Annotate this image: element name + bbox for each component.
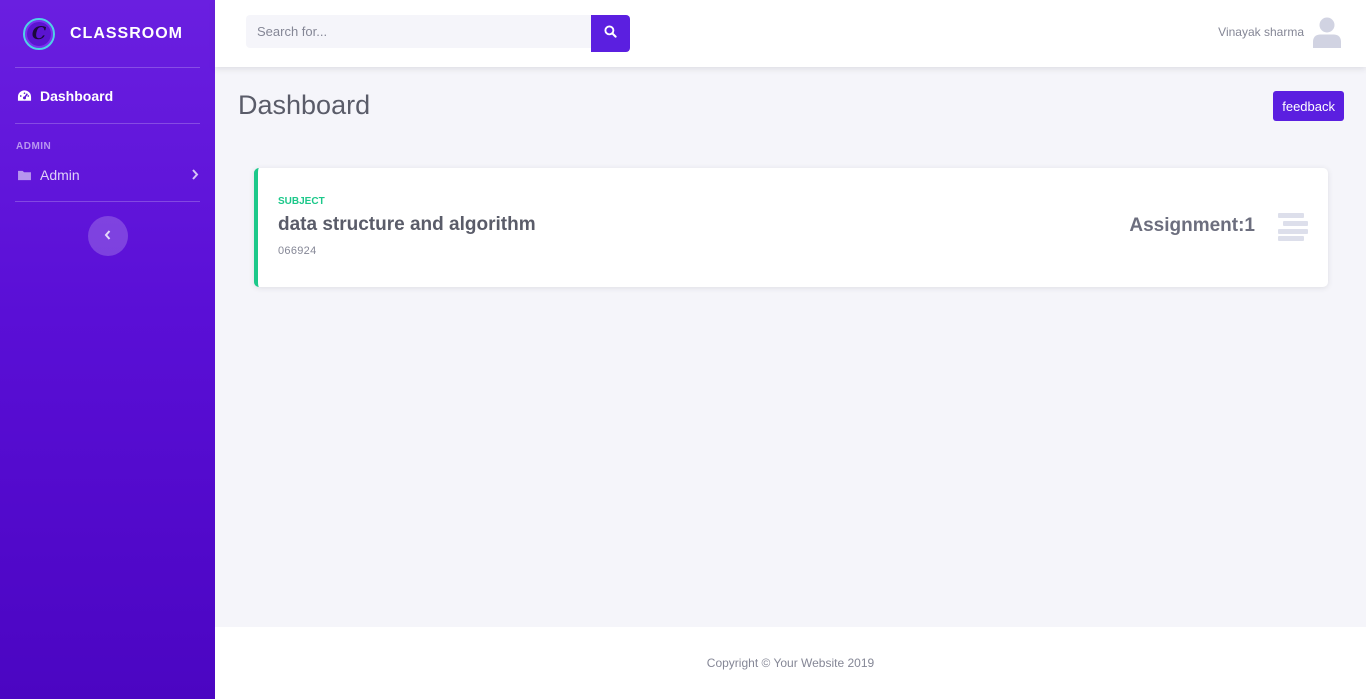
search-input[interactable] bbox=[246, 15, 591, 48]
sidebar-item-label: Admin bbox=[40, 167, 80, 183]
tachometer-icon bbox=[16, 88, 32, 104]
subject-card[interactable]: SUBJECT data structure and algorithm 066… bbox=[254, 168, 1328, 287]
sidebar-item-admin[interactable]: Admin bbox=[0, 154, 215, 196]
topbar: Vinayak sharma bbox=[215, 0, 1366, 67]
user-name: Vinayak sharma bbox=[1218, 25, 1304, 39]
bars-icon bbox=[1277, 212, 1309, 242]
sidebar-toggle-button[interactable] bbox=[87, 216, 128, 256]
sidebar-item-dashboard[interactable]: Dashboard bbox=[0, 68, 215, 123]
brand-logo-icon: C bbox=[23, 17, 55, 50]
footer: Copyright © Your Website 2019 bbox=[215, 627, 1366, 699]
card-code: 066924 bbox=[278, 245, 317, 257]
footer-copyright: Copyright © Your Website 2019 bbox=[706, 656, 875, 670]
brand-logo-letter: C bbox=[31, 23, 47, 44]
feedback-button[interactable]: feedback bbox=[1273, 91, 1344, 121]
card-title: data structure and algorithm bbox=[278, 214, 536, 235]
folder-icon bbox=[16, 167, 32, 183]
user-menu[interactable]: Vinayak sharma bbox=[1218, 16, 1342, 48]
user-icon bbox=[1312, 16, 1342, 48]
search-button[interactable] bbox=[591, 15, 630, 52]
sidebar-toggle-wrap bbox=[0, 202, 215, 256]
sidebar-heading: ADMIN bbox=[16, 141, 52, 152]
search-icon bbox=[604, 24, 617, 43]
page-title: Dashboard bbox=[238, 90, 371, 120]
brand-name: CLASSROOM bbox=[70, 24, 183, 42]
card-assignment-count: Assignment:1 bbox=[1129, 215, 1255, 236]
card-kicker: SUBJECT bbox=[278, 196, 325, 207]
brand[interactable]: C CLASSROOM bbox=[0, 0, 200, 67]
search-group bbox=[246, 15, 630, 52]
main-content: Dashboard feedback SUBJECT data structur… bbox=[215, 67, 1366, 627]
sidebar: C CLASSROOM Dashboard ADMIN Admin bbox=[0, 0, 215, 699]
chevron-right-icon bbox=[191, 167, 199, 183]
sidebar-item-label: Dashboard bbox=[40, 87, 114, 104]
chevron-left-icon bbox=[104, 227, 112, 245]
